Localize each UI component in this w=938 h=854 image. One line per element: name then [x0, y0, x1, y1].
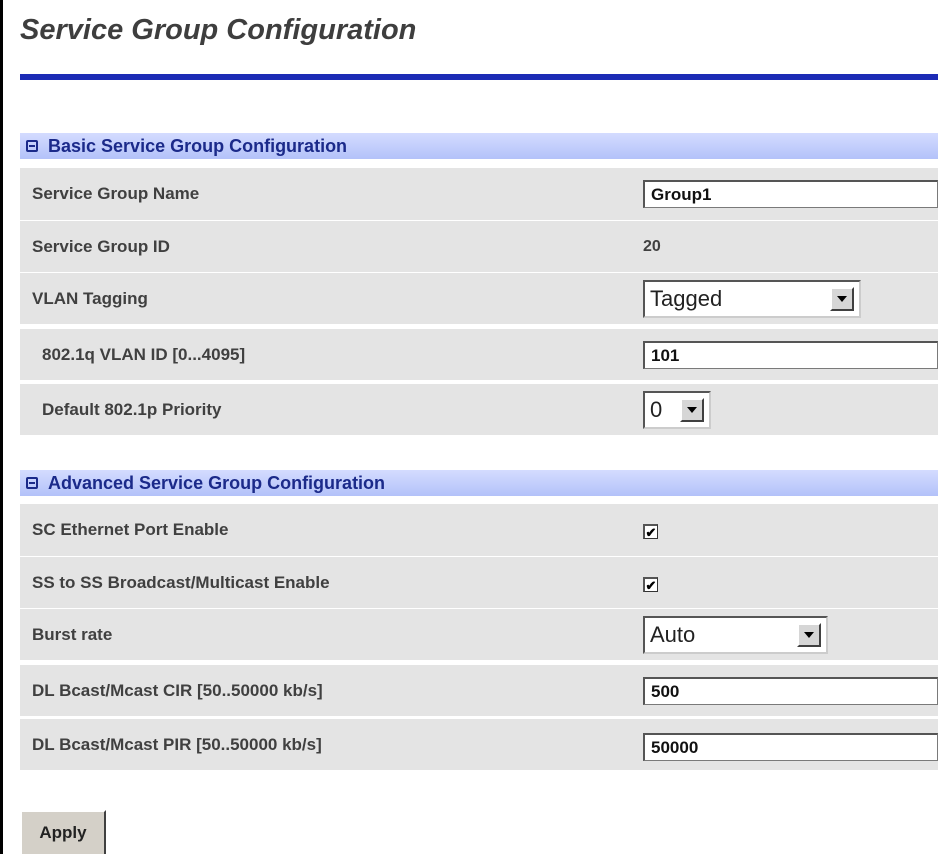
apply-button[interactable]: Apply — [20, 810, 106, 854]
sc-ethernet-label: SC Ethernet Port Enable — [32, 520, 229, 539]
priority-label: Default 802.1p Priority — [42, 399, 222, 419]
advanced-section-header[interactable]: Advanced Service Group Configuration — [20, 470, 938, 496]
basic-section-title: Basic Service Group Configuration — [48, 135, 348, 156]
title-divider — [20, 74, 938, 80]
burst-rate-select[interactable]: Auto — [643, 616, 828, 654]
service-group-id-row: Service Group ID 20 — [20, 220, 938, 272]
vlan-id-input[interactable] — [643, 341, 938, 369]
dl-cir-row: DL Bcast/Mcast CIR [50..50000 kb/s] — [20, 664, 938, 716]
service-group-id-value: 20 — [643, 237, 661, 255]
service-group-name-label: Service Group Name — [32, 184, 200, 203]
chevron-down-icon[interactable] — [680, 398, 704, 422]
sc-ethernet-checkbox[interactable]: ✔ — [643, 524, 658, 539]
page-title: Service Group Configuration — [20, 14, 417, 46]
dl-pir-input[interactable] — [643, 733, 938, 761]
service-group-name-input[interactable] — [643, 180, 938, 208]
chevron-down-icon[interactable] — [830, 287, 854, 311]
burst-rate-row: Burst rate Auto — [20, 608, 938, 660]
checkmark-icon: ✔ — [645, 577, 657, 593]
chevron-down-icon[interactable] — [797, 623, 821, 647]
burst-rate-label: Burst rate — [32, 624, 113, 644]
burst-rate-selected: Auto — [650, 622, 696, 647]
left-border — [0, 0, 3, 854]
collapse-icon[interactable] — [26, 140, 38, 152]
vlan-tagging-row: VLAN Tagging Tagged — [20, 272, 938, 324]
sc-ethernet-row: SC Ethernet Port Enable ✔ — [20, 504, 938, 556]
vlan-id-row: 802.1q VLAN ID [0...4095] — [20, 328, 938, 380]
vlan-id-label: 802.1q VLAN ID [0...4095] — [42, 344, 246, 364]
ss-broadcast-label: SS to SS Broadcast/Multicast Enable — [32, 572, 330, 592]
ss-broadcast-checkbox[interactable]: ✔ — [643, 577, 658, 592]
basic-section-header[interactable]: Basic Service Group Configuration — [20, 133, 938, 159]
vlan-tagging-select[interactable]: Tagged — [643, 280, 861, 318]
collapse-icon[interactable] — [26, 477, 38, 489]
priority-row: Default 802.1p Priority 0 — [20, 383, 938, 435]
ss-broadcast-row: SS to SS Broadcast/Multicast Enable ✔ — [20, 556, 938, 608]
checkmark-icon: ✔ — [645, 524, 657, 540]
service-group-id-label: Service Group ID — [32, 236, 170, 256]
priority-selected: 0 — [650, 397, 663, 422]
vlan-tagging-label: VLAN Tagging — [32, 288, 148, 308]
dl-pir-row: DL Bcast/Mcast PIR [50..50000 kb/s] — [20, 718, 938, 770]
dl-cir-label: DL Bcast/Mcast CIR [50..50000 kb/s] — [32, 680, 323, 700]
vlan-tagging-selected: Tagged — [650, 286, 723, 311]
dl-pir-label: DL Bcast/Mcast PIR [50..50000 kb/s] — [32, 734, 322, 754]
dl-cir-input[interactable] — [643, 677, 938, 705]
advanced-section-title: Advanced Service Group Configuration — [48, 472, 386, 493]
priority-select[interactable]: 0 — [643, 391, 711, 429]
service-group-name-row: Service Group Name — [20, 168, 938, 220]
